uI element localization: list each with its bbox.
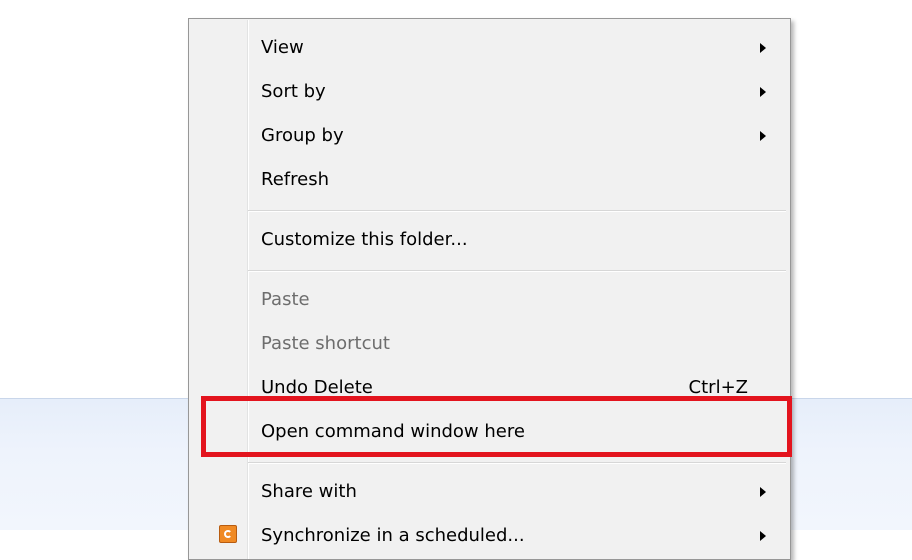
menu-item-sort-by[interactable]: Sort by bbox=[189, 70, 790, 114]
menu-separator bbox=[248, 462, 786, 464]
submenu-arrow-icon bbox=[760, 487, 766, 497]
menu-item-label: View bbox=[261, 37, 304, 58]
menu-item-synchronize[interactable]: Synchronize in a scheduled... bbox=[189, 514, 790, 558]
menu-item-label: Group by bbox=[261, 125, 344, 146]
menu-item-label: Synchronize in a scheduled... bbox=[261, 525, 525, 546]
submenu-arrow-icon bbox=[760, 43, 766, 53]
menu-item-undo-delete[interactable]: Undo Delete Ctrl+Z bbox=[189, 366, 790, 410]
menu-separator bbox=[248, 210, 786, 212]
menu-item-label: Share with bbox=[261, 481, 357, 502]
menu-item-label: Undo Delete bbox=[261, 377, 373, 398]
menu-item-share-with[interactable]: Share with bbox=[189, 470, 790, 514]
submenu-arrow-icon bbox=[760, 87, 766, 97]
menu-item-refresh[interactable]: Refresh bbox=[189, 158, 790, 202]
submenu-arrow-icon bbox=[760, 531, 766, 541]
menu-item-label: Refresh bbox=[261, 169, 329, 190]
menu-item-label: Paste shortcut bbox=[261, 333, 390, 354]
menu-item-label: Paste bbox=[261, 289, 310, 310]
menu-item-group-by[interactable]: Group by bbox=[189, 114, 790, 158]
menu-item-paste[interactable]: Paste bbox=[189, 278, 790, 322]
menu-item-open-command-window[interactable]: Open command window here bbox=[189, 410, 790, 454]
menu-item-paste-shortcut[interactable]: Paste shortcut bbox=[189, 322, 790, 366]
menu-separator bbox=[248, 270, 786, 272]
sync-app-icon bbox=[219, 525, 237, 543]
menu-item-customize-folder[interactable]: Customize this folder... bbox=[189, 218, 790, 262]
menu-item-label: Open command window here bbox=[261, 421, 525, 442]
submenu-arrow-icon bbox=[760, 131, 766, 141]
menu-item-shortcut: Ctrl+Z bbox=[688, 377, 748, 398]
menu-item-label: Customize this folder... bbox=[261, 229, 468, 250]
menu-item-label: Sort by bbox=[261, 81, 326, 102]
menu-item-view[interactable]: View bbox=[189, 26, 790, 70]
context-menu: View Sort by Group by Refresh Customize … bbox=[188, 18, 791, 560]
